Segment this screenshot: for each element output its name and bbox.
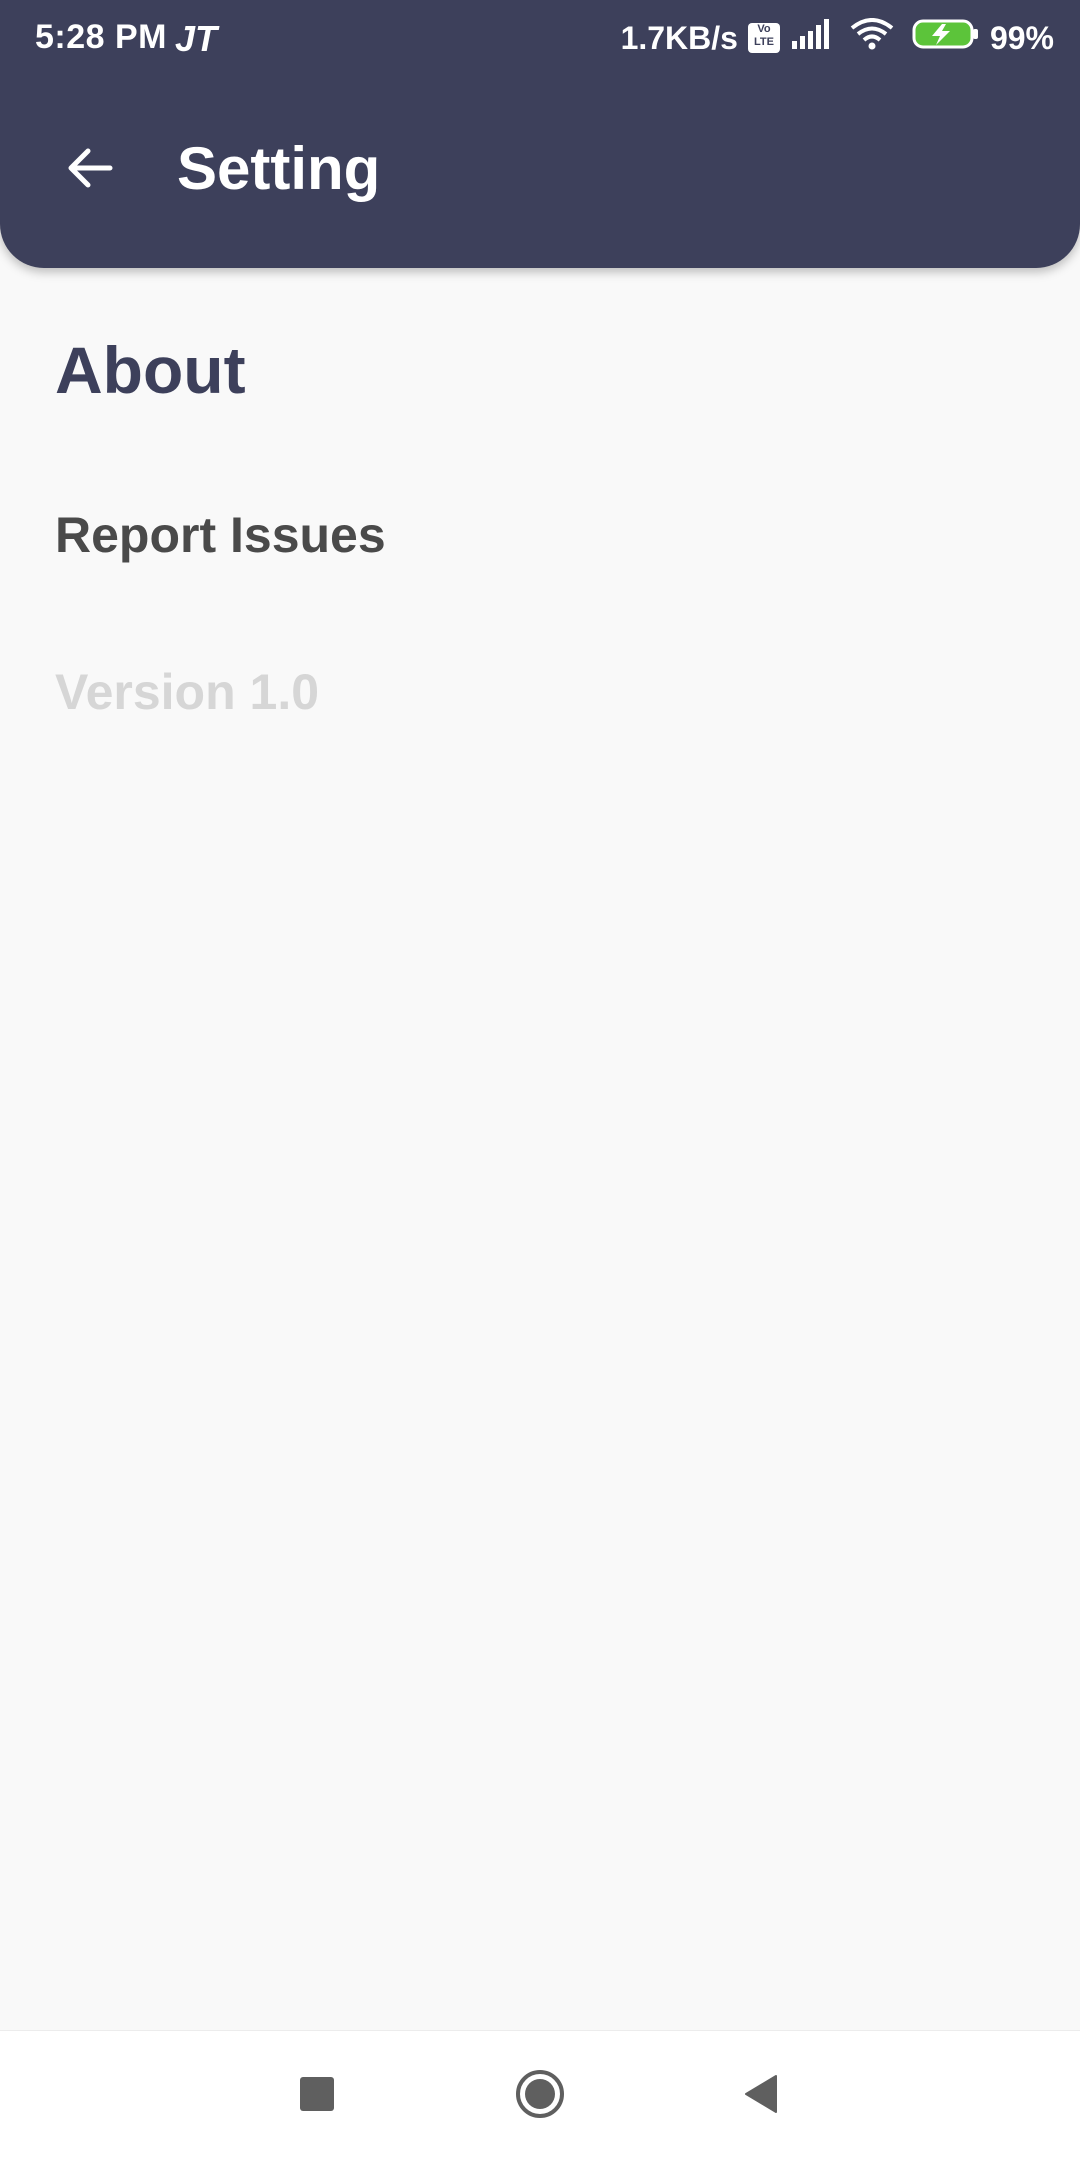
battery-percent: 99%: [989, 19, 1054, 56]
page-title: Setting: [177, 135, 381, 202]
report-issues-item[interactable]: Report Issues: [55, 505, 386, 565]
battery-icon: [912, 18, 980, 58]
home-circle-icon: [514, 2068, 566, 2125]
network-speed: 1.7KB/s: [620, 19, 738, 56]
wifi-icon: [850, 18, 894, 58]
arrow-left-icon: [64, 142, 116, 199]
status-indicators: 1.7KB/s Vo LTE 99%: [621, 16, 1054, 60]
status-bar: 5:28 PM JT 1.7KB/s Vo LTE 99%: [0, 0, 1080, 78]
recents-button[interactable]: [282, 2061, 352, 2131]
volte-icon: Vo LTE: [747, 23, 780, 53]
back-button[interactable]: [50, 130, 130, 210]
signal-icon: [790, 19, 832, 57]
home-button[interactable]: [505, 2061, 575, 2131]
recents-square-icon: [300, 2076, 334, 2116]
volte-bottom-label: LTE: [753, 36, 774, 48]
toolbar: Setting: [0, 110, 1080, 240]
app-bar: 5:28 PM JT 1.7KB/s Vo LTE 99% Setting: [0, 0, 1080, 268]
status-time: 5:28 PM: [35, 18, 167, 56]
system-nav-bar: [0, 2030, 1080, 2161]
status-carrier: JT: [175, 18, 218, 59]
settings-content: About Report Issues Version 1.0: [55, 330, 1025, 720]
volte-top-label: Vo: [757, 23, 771, 35]
version-text: Version 1.0: [55, 664, 320, 720]
back-nav-button[interactable]: [726, 2061, 796, 2131]
back-triangle-icon: [744, 2074, 778, 2119]
section-title-about: About: [55, 333, 246, 407]
